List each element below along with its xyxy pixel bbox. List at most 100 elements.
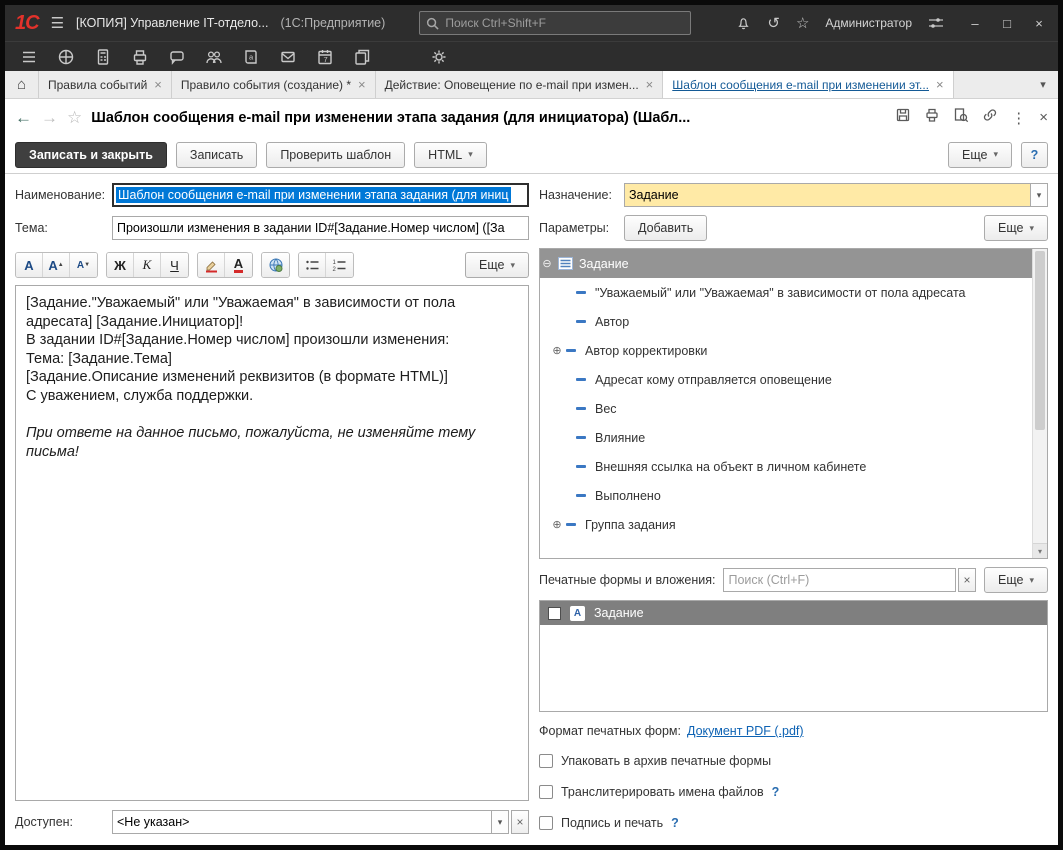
subject-input[interactable]: Произошли изменения в задании ID#[Задани… xyxy=(112,216,529,240)
tab-close-icon[interactable]: × xyxy=(154,77,162,92)
close-window-button[interactable]: × xyxy=(1030,16,1048,31)
forward-button[interactable]: → xyxy=(41,108,58,128)
available-input[interactable]: <Не указан> xyxy=(112,810,492,834)
service-settings-icon[interactable] xyxy=(928,16,944,30)
back-button[interactable]: ← xyxy=(15,108,32,128)
highlight-color-button[interactable] xyxy=(198,253,225,277)
mail-icon[interactable] xyxy=(278,47,298,67)
tab-close-icon[interactable]: × xyxy=(936,77,944,92)
parameters-tree-body[interactable]: ⊖ Задание "Уважаемый" или "Уважаемая" в … xyxy=(540,249,1032,558)
save-icon[interactable] xyxy=(895,107,911,128)
collapse-icon[interactable]: ⊖ xyxy=(540,257,554,270)
available-clear-button[interactable]: × xyxy=(511,810,529,834)
underline-button[interactable]: Ч xyxy=(161,253,188,277)
print-forms-search-input[interactable]: Поиск (Ctrl+F) xyxy=(723,568,956,592)
close-form-icon[interactable]: × xyxy=(1039,109,1048,126)
dictionary-icon[interactable]: а xyxy=(241,47,261,67)
notes-icon[interactable] xyxy=(352,47,372,67)
scrollbar-thumb[interactable] xyxy=(1035,251,1045,430)
scroll-down-button[interactable]: ▾ xyxy=(1033,543,1047,558)
available-dropdown-button[interactable]: ▾ xyxy=(492,810,509,834)
parameters-more-button[interactable]: Еще ▾ xyxy=(984,215,1048,241)
tree-item[interactable]: "Уважаемый" или "Уважаемая" в зависимост… xyxy=(540,278,1032,307)
archive-checkbox[interactable] xyxy=(539,754,553,768)
save-button[interactable]: Записать xyxy=(176,142,257,168)
tab-action-notification[interactable]: Действие: Оповещение по e-mail при измен… xyxy=(376,71,664,98)
tab-event-rule-new[interactable]: Правило события (создание) * × xyxy=(172,71,376,98)
italic-button[interactable]: К xyxy=(134,253,161,277)
name-input[interactable]: Шаблон сообщения e-mail при изменении эт… xyxy=(112,183,529,207)
search-clear-button[interactable]: × xyxy=(958,568,976,592)
purpose-input[interactable]: Задание xyxy=(624,183,1031,207)
add-favorite-star-icon[interactable]: ☆ xyxy=(67,108,82,128)
printer-icon[interactable] xyxy=(130,47,150,67)
tab-message-template[interactable]: Шаблон сообщения e-mail при изменении эт… xyxy=(663,71,953,98)
font-color-button[interactable]: А xyxy=(225,253,252,277)
tab-close-icon[interactable]: × xyxy=(646,77,654,92)
tree-item-expandable[interactable]: ⊕ Группа задания xyxy=(540,510,1032,539)
tab-home[interactable]: ⌂ xyxy=(5,71,39,98)
help-icon[interactable]: ? xyxy=(671,816,679,830)
preview-icon[interactable] xyxy=(953,107,969,128)
font-size-increase-button[interactable]: А▲ xyxy=(43,253,70,277)
font-group: А А▲ А▼ xyxy=(15,252,98,278)
transliterate-checkbox[interactable] xyxy=(539,785,553,799)
history-icon[interactable]: ↺ xyxy=(767,16,780,31)
tree-item[interactable]: Внешняя ссылка на объект в личном кабине… xyxy=(540,452,1032,481)
editor-more-button[interactable]: Еще ▾ xyxy=(465,252,529,278)
bold-button[interactable]: Ж xyxy=(107,253,134,277)
help-button[interactable]: ? xyxy=(1021,142,1048,168)
font-size-decrease-button[interactable]: А▼ xyxy=(70,253,97,277)
tab-close-icon[interactable]: × xyxy=(358,77,366,92)
tree-item[interactable]: Вес xyxy=(540,394,1032,423)
get-link-icon[interactable] xyxy=(982,107,998,128)
print-forms-table-header[interactable]: A Задание xyxy=(540,601,1047,625)
font-name-button[interactable]: А xyxy=(16,253,43,277)
expand-icon[interactable]: ⊕ xyxy=(550,518,564,531)
users-icon[interactable] xyxy=(204,47,224,67)
expand-icon[interactable]: ⊕ xyxy=(550,344,564,357)
chat-icon[interactable] xyxy=(167,47,187,67)
add-parameter-button[interactable]: Добавить xyxy=(624,215,707,241)
notifications-bell-icon[interactable] xyxy=(736,16,751,31)
calculator-icon[interactable] xyxy=(93,47,113,67)
tree-item[interactable]: Выполнено xyxy=(540,481,1032,510)
favorites-star-icon[interactable]: ☆ xyxy=(796,16,809,31)
print-format-link[interactable]: Документ PDF (.pdf) xyxy=(687,724,804,738)
discussions-icon[interactable] xyxy=(56,47,76,67)
current-user[interactable]: Администратор xyxy=(825,16,912,30)
signature-checkbox[interactable] xyxy=(539,816,553,830)
header-checkbox[interactable] xyxy=(548,607,561,620)
calendar-icon[interactable]: 7 xyxy=(315,47,335,67)
tree-item-expandable[interactable]: ⊕ Автор корректировки xyxy=(540,336,1032,365)
global-search-input[interactable]: Поиск Ctrl+Shift+F xyxy=(419,11,691,35)
tree-scrollbar[interactable]: ▾ xyxy=(1032,249,1047,558)
print-forms-table-body[interactable] xyxy=(540,625,1047,711)
main-menu-icon[interactable]: ☰ xyxy=(51,14,64,32)
check-template-button[interactable]: Проверить шаблон xyxy=(266,142,405,168)
print-icon[interactable] xyxy=(924,107,940,128)
leaf-icon xyxy=(576,291,586,294)
save-and-close-button[interactable]: Записать и закрыть xyxy=(15,142,167,168)
template-body-editor[interactable]: [Задание."Уважаемый" или "Уважаемая" в з… xyxy=(15,285,529,801)
settings-gear-icon[interactable] xyxy=(429,47,449,67)
tree-item[interactable]: Автор xyxy=(540,307,1032,336)
minimize-button[interactable]: – xyxy=(966,16,984,31)
maximize-button[interactable]: □ xyxy=(998,16,1016,31)
app-subtitle: (1С:Предприятие) xyxy=(280,16,385,30)
functions-menu-icon[interactable] xyxy=(19,47,39,67)
tree-item[interactable]: Влияние xyxy=(540,423,1032,452)
purpose-dropdown-button[interactable]: ▾ xyxy=(1031,183,1048,207)
tabs-overflow-button[interactable]: ▾ xyxy=(1028,71,1058,98)
bulleted-list-button[interactable] xyxy=(299,253,326,277)
insert-image-globe-button[interactable] xyxy=(262,253,289,277)
more-actions-button[interactable]: Еще ▾ xyxy=(948,142,1012,168)
print-forms-more-button[interactable]: Еще ▾ xyxy=(984,567,1048,593)
tree-root-row[interactable]: ⊖ Задание xyxy=(540,249,1032,278)
help-icon[interactable]: ? xyxy=(772,785,780,799)
html-mode-button[interactable]: HTML ▾ xyxy=(414,142,487,168)
more-kebab-icon[interactable]: ⋮ xyxy=(1011,109,1026,127)
tree-item[interactable]: Адресат кому отправляется оповещение xyxy=(540,365,1032,394)
numbered-list-button[interactable]: 12 xyxy=(326,253,353,277)
tab-event-rules[interactable]: Правила событий × xyxy=(39,71,172,98)
